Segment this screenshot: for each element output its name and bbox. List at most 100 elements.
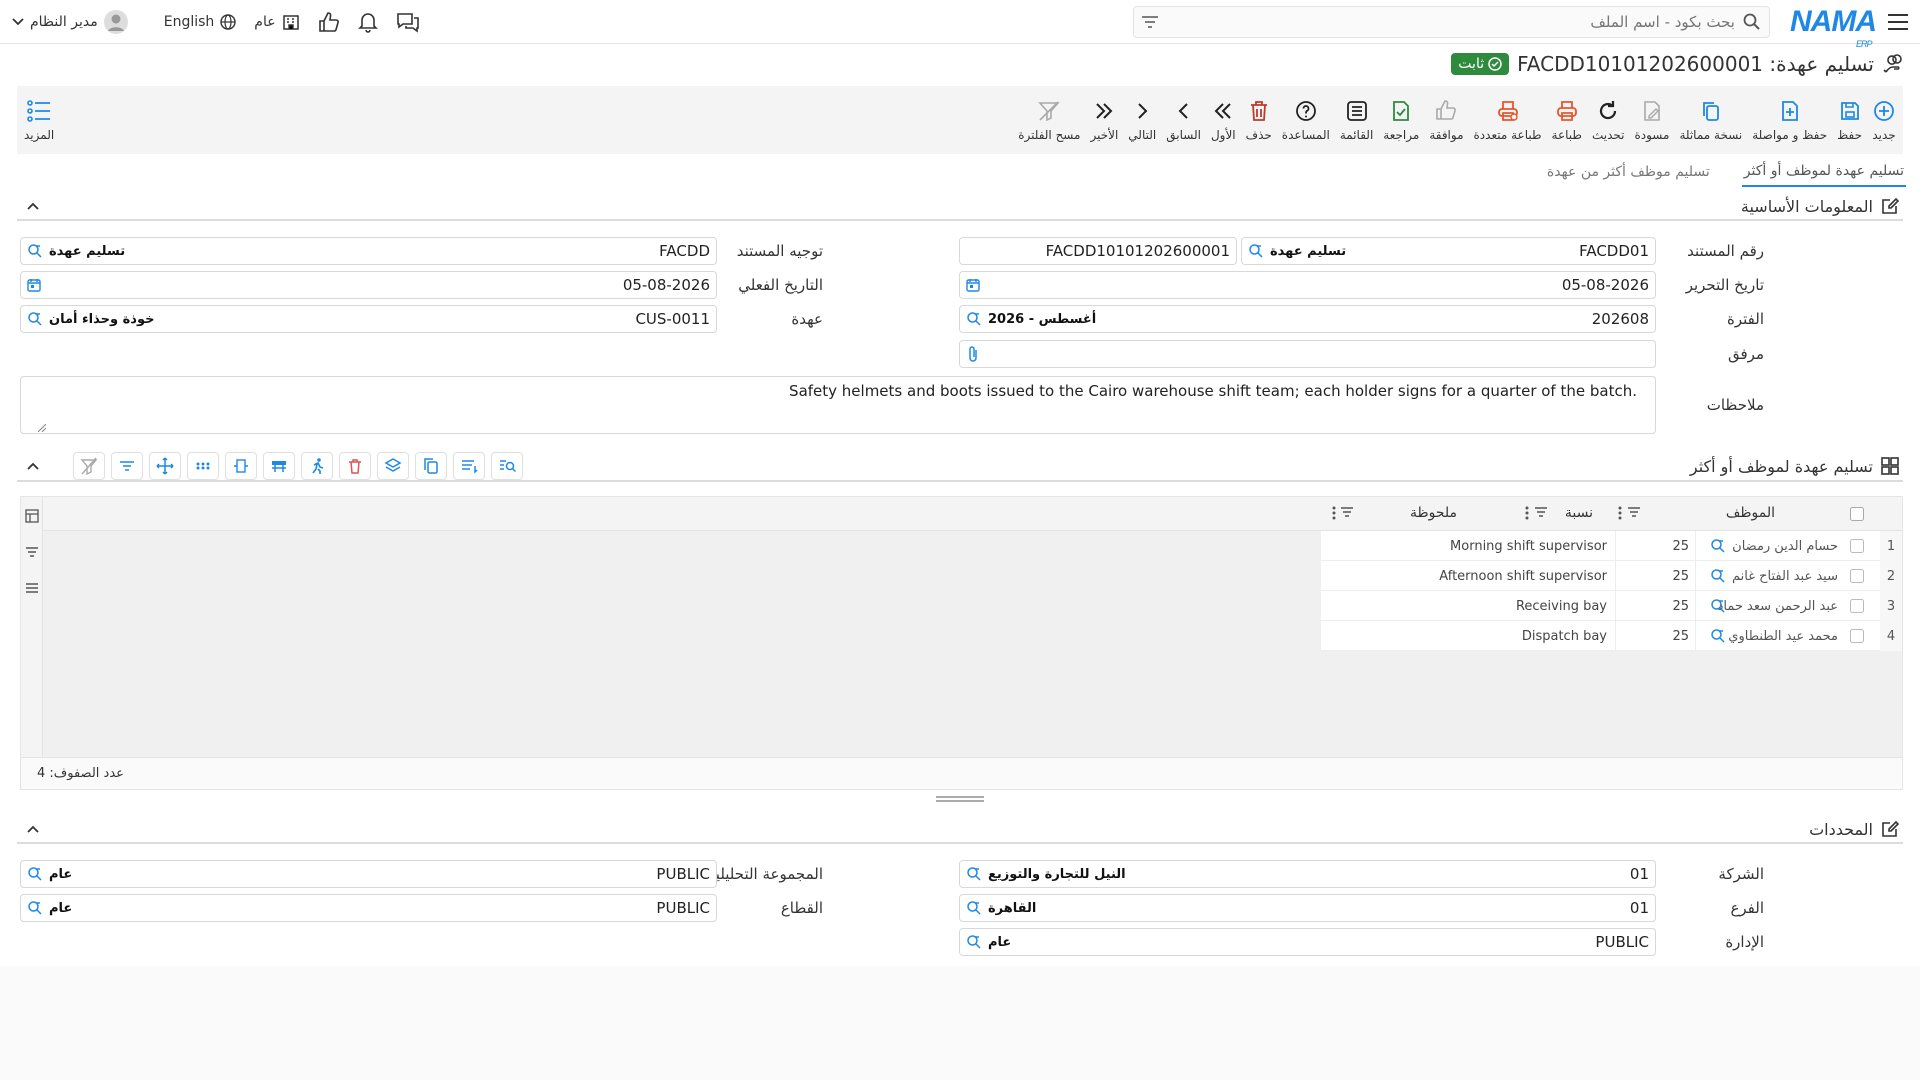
global-search[interactable] xyxy=(1133,5,1770,38)
save-continue-button[interactable]: حفظ و مواصلة xyxy=(1747,90,1832,150)
copy-button[interactable]: نسخة مماثلة xyxy=(1674,90,1747,150)
search-icon[interactable] xyxy=(1743,13,1761,31)
basic-info-header[interactable]: المعلومات الأساسية xyxy=(17,193,1903,221)
custody-field[interactable]: CUS-0011 خوذة وحذاء أمان xyxy=(20,305,717,333)
menu-icon[interactable] xyxy=(1886,13,1908,30)
print-button[interactable]: طباعة xyxy=(1547,90,1587,150)
refresh-button[interactable]: تحديث xyxy=(1587,90,1630,150)
tab-multi-custody[interactable]: تسليم موظف أكثر من عهدة xyxy=(1545,158,1712,186)
prev-button[interactable]: السابق xyxy=(1161,90,1206,150)
copy-icon[interactable] xyxy=(415,452,447,480)
branch-field[interactable]: 01 القاهرة xyxy=(959,894,1656,922)
notes-textarea[interactable]: Safety helmets and boots issued to the C… xyxy=(20,376,1656,434)
bell-icon[interactable] xyxy=(357,11,378,33)
app-logo[interactable]: NAMA ERP xyxy=(1790,6,1877,49)
attachment-field[interactable] xyxy=(959,340,1656,368)
help-button[interactable]: المساعدة xyxy=(1277,90,1335,150)
table-row[interactable]: 1 حسام الدين رمضان 25 Morning shift supe… xyxy=(1321,531,1902,561)
table-row[interactable]: 4 محمد عيد الطنطاوي 25 Dispatch bay xyxy=(1321,621,1902,651)
doc-direction-field[interactable]: FACDD تسليم عهدة xyxy=(20,237,717,265)
resize-handle-icon[interactable] xyxy=(38,424,46,432)
filter-lines-icon[interactable] xyxy=(111,452,143,480)
fit-icon[interactable] xyxy=(225,452,257,480)
doc-number-field[interactable]: FACDD01 تسليم عهدة xyxy=(1241,237,1656,265)
zoom-list-icon[interactable] xyxy=(491,452,523,480)
plus-circle-button[interactable]: جديد xyxy=(1867,90,1901,150)
list-button[interactable]: القائمة xyxy=(1335,90,1378,150)
clear-filter-button[interactable]: مسح الفلترة xyxy=(1013,90,1085,150)
search-icon[interactable] xyxy=(966,311,982,327)
last-button[interactable]: الأخير xyxy=(1085,90,1123,150)
search-icon[interactable] xyxy=(1710,621,1726,651)
filter-icon[interactable] xyxy=(1535,507,1547,517)
first-button[interactable]: الأول xyxy=(1206,90,1241,150)
delete-icon[interactable] xyxy=(339,452,371,480)
row-checkbox[interactable] xyxy=(1850,561,1864,591)
column-note[interactable]: ملحوظة xyxy=(1410,505,1457,521)
chevron-up-icon[interactable] xyxy=(27,825,39,833)
language-switch[interactable]: English xyxy=(164,14,237,30)
period-field[interactable]: 202608 2026 - أغسطس xyxy=(959,305,1656,333)
actual-date-field[interactable]: 05-08-2026 xyxy=(20,271,717,299)
clear-filter-icon[interactable] xyxy=(73,452,105,480)
column-ratio[interactable]: نسبة xyxy=(1565,505,1593,521)
next-button[interactable]: التالي xyxy=(1123,90,1161,150)
table-row[interactable]: 2 سيد عبد الفتاح غانم 25 Afternoon shift… xyxy=(1321,561,1902,591)
dimensions-header[interactable]: المحددات xyxy=(17,816,1903,844)
column-menu-icon[interactable] xyxy=(1618,506,1622,520)
select-all-checkbox[interactable] xyxy=(1850,507,1864,521)
columns-icon[interactable] xyxy=(26,583,38,593)
scope-switch[interactable]: عام xyxy=(254,13,299,31)
chat-icon[interactable] xyxy=(396,11,420,33)
column-employee[interactable]: الموظف xyxy=(1726,505,1775,521)
analytic-group-field[interactable]: PUBLIC عام xyxy=(20,860,717,888)
thumbs-up-button[interactable]: موافقة xyxy=(1424,90,1468,150)
more-button[interactable]: المزيد xyxy=(19,86,59,154)
search-icon[interactable] xyxy=(966,934,982,950)
calendar-icon[interactable] xyxy=(27,278,41,292)
calendar-icon[interactable] xyxy=(966,278,980,292)
edit-date-field[interactable]: 05-08-2026 xyxy=(959,271,1656,299)
runner-icon[interactable] xyxy=(301,452,333,480)
filter-icon[interactable] xyxy=(26,547,38,557)
sector-field[interactable]: PUBLIC عام xyxy=(20,894,717,922)
search-icon[interactable] xyxy=(27,866,43,882)
column-menu-icon[interactable] xyxy=(1332,506,1336,520)
row-checkbox[interactable] xyxy=(1850,591,1864,621)
splitter-handle[interactable] xyxy=(936,796,984,802)
table-split-icon[interactable] xyxy=(263,452,295,480)
attachment-icon[interactable] xyxy=(966,345,980,363)
search-icon[interactable] xyxy=(966,866,982,882)
search-icon[interactable] xyxy=(27,311,43,327)
search-input[interactable] xyxy=(1158,12,1735,31)
filter-icon[interactable] xyxy=(1142,15,1158,28)
chevron-up-icon[interactable] xyxy=(27,462,39,470)
company-field[interactable]: 01 النيل للتجارة والتوزيع xyxy=(959,860,1656,888)
sort-lines-icon[interactable] xyxy=(453,452,485,480)
move-icon[interactable] xyxy=(149,452,181,480)
search-icon[interactable] xyxy=(1710,591,1726,621)
filter-icon[interactable] xyxy=(1341,507,1353,517)
filter-icon[interactable] xyxy=(1628,507,1640,517)
delete-button[interactable]: حذف xyxy=(1241,90,1277,150)
dots-grid-icon[interactable] xyxy=(187,452,219,480)
department-field[interactable]: PUBLIC عام xyxy=(959,928,1656,956)
table-row[interactable]: 3 عبد الرحمن سعد حماد 25 Receiving bay xyxy=(1321,591,1902,621)
draft-button[interactable]: مسودة xyxy=(1629,90,1674,150)
search-icon[interactable] xyxy=(27,243,43,259)
search-icon[interactable] xyxy=(27,900,43,916)
search-icon[interactable] xyxy=(1248,243,1264,259)
layers-icon[interactable] xyxy=(377,452,409,480)
tab-single-custody[interactable]: تسليم عهدة لموظف أو أكثر xyxy=(1741,157,1906,187)
search-icon[interactable] xyxy=(966,900,982,916)
save-button[interactable]: حفظ xyxy=(1832,90,1867,150)
user-menu[interactable]: مدير النظام xyxy=(12,10,128,34)
thumbs-up-icon[interactable] xyxy=(318,12,340,32)
row-checkbox[interactable] xyxy=(1850,621,1864,651)
column-menu-icon[interactable] xyxy=(1525,506,1529,520)
review-button[interactable]: مراجعة xyxy=(1378,90,1424,150)
row-checkbox[interactable] xyxy=(1850,531,1864,561)
multi-print-button[interactable]: طباعة متعددة xyxy=(1469,90,1547,150)
table-settings-icon[interactable] xyxy=(25,509,39,523)
search-icon[interactable] xyxy=(1710,561,1726,591)
